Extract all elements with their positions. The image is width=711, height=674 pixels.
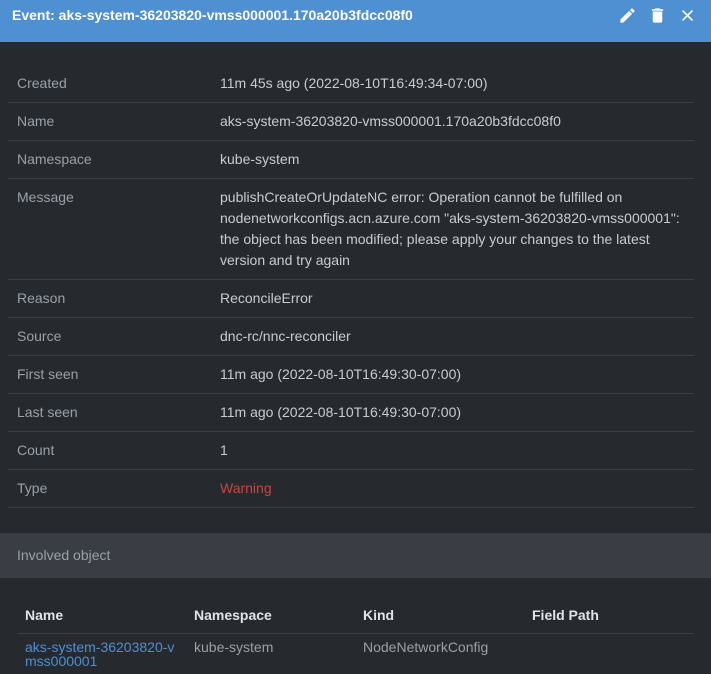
detail-label: Type	[8, 470, 220, 507]
detail-row-reason: Reason ReconcileError	[8, 280, 694, 318]
involved-object-link[interactable]: aks-system-36203820-vmss000001	[25, 640, 175, 668]
cell-field-path	[524, 634, 694, 674]
detail-label: Source	[8, 318, 220, 355]
detail-value: ReconcileError	[220, 280, 694, 317]
detail-value: aks-system-36203820-vmss000001.170a20b3f…	[220, 103, 694, 140]
column-header-name: Name	[17, 596, 186, 634]
type-warning-value: Warning	[220, 470, 694, 507]
column-header-kind: Kind	[355, 596, 524, 634]
involved-object-section: Involved object	[0, 533, 711, 578]
detail-value: dnc-rc/nnc-reconciler	[220, 318, 694, 355]
detail-row-count: Count 1	[8, 432, 694, 470]
pencil-icon	[618, 6, 637, 25]
detail-value: 11m 45s ago (2022-08-10T16:49:34-07:00)	[220, 65, 694, 102]
column-header-namespace: Namespace	[186, 596, 355, 634]
detail-row-source: Source dnc-rc/nnc-reconciler	[8, 318, 694, 356]
detail-label: First seen	[8, 356, 220, 393]
section-title: Involved object	[17, 533, 110, 578]
detail-value: publishCreateOrUpdateNC error: Operation…	[220, 179, 694, 279]
detail-label: Reason	[8, 280, 220, 317]
close-icon	[678, 6, 697, 25]
detail-row-message: Message publishCreateOrUpdateNC error: O…	[8, 179, 694, 280]
edit-button[interactable]	[617, 5, 637, 25]
detail-label: Created	[8, 65, 220, 102]
detail-row-first-seen: First seen 11m ago (2022-08-10T16:49:30-…	[8, 356, 694, 394]
header-actions	[617, 5, 697, 25]
detail-label: Last seen	[8, 394, 220, 431]
event-details: Created 11m 45s ago (2022-08-10T16:49:34…	[8, 65, 694, 508]
table-header-row: Name Namespace Kind Field Path	[17, 596, 694, 634]
detail-row-namespace: Namespace kube-system	[8, 141, 694, 179]
detail-row-type: Type Warning	[8, 470, 694, 508]
detail-value: 11m ago (2022-08-10T16:49:30-07:00)	[220, 356, 694, 393]
trash-icon	[648, 6, 667, 25]
detail-value: 11m ago (2022-08-10T16:49:30-07:00)	[220, 394, 694, 431]
detail-label: Count	[8, 432, 220, 469]
close-button[interactable]	[677, 5, 697, 25]
detail-row-last-seen: Last seen 11m ago (2022-08-10T16:49:30-0…	[8, 394, 694, 432]
detail-label: Message	[8, 179, 220, 279]
cell-name: aks-system-36203820-vmss000001	[17, 634, 186, 674]
cell-namespace: kube-system	[186, 634, 355, 674]
involved-object-table: Name Namespace Kind Field Path aks-syste…	[17, 596, 694, 674]
detail-value: 1	[220, 432, 694, 469]
detail-row-created: Created 11m 45s ago (2022-08-10T16:49:34…	[8, 65, 694, 103]
event-title: Event: aks-system-36203820-vmss000001.17…	[12, 0, 413, 34]
detail-label: Namespace	[8, 141, 220, 178]
event-header: Event: aks-system-36203820-vmss000001.17…	[0, 0, 711, 42]
detail-label: Name	[8, 103, 220, 140]
column-header-field-path: Field Path	[524, 596, 694, 634]
detail-value: kube-system	[220, 141, 694, 178]
cell-kind: NodeNetworkConfig	[355, 634, 524, 674]
delete-button[interactable]	[647, 5, 667, 25]
table-row: aks-system-36203820-vmss000001 kube-syst…	[17, 634, 694, 674]
detail-row-name: Name aks-system-36203820-vmss000001.170a…	[8, 103, 694, 141]
